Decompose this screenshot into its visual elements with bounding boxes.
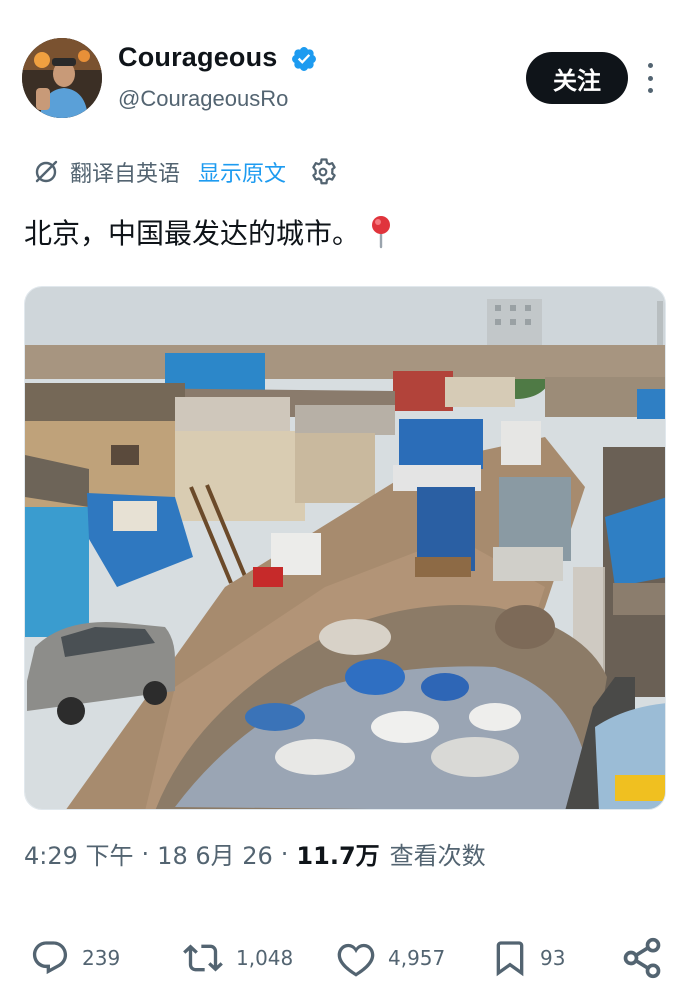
reply-button[interactable]: 239 [28,930,120,986]
like-count: 4,957 [388,946,446,970]
verified-badge-icon [292,47,316,71]
avatar-image [22,38,102,118]
share-icon [623,937,661,979]
translation-row: 翻译自英语 显示原文 [32,154,338,190]
tweet-meta: 4:29 下午 · 18 6月 26 · 11.7万 查看次数 [24,836,486,871]
views-count: 11.7万 [296,842,380,870]
gear-icon[interactable] [308,157,338,187]
round-pushpin-icon [372,216,391,249]
reply-count: 239 [82,946,121,970]
tweet-header: Courageous @CourageousRo 关注 [0,0,690,140]
follow-button[interactable]: 关注 [526,52,628,104]
more-vertical-icon[interactable] [640,63,660,93]
street-photo [25,287,665,809]
meta-separator: · [141,839,150,868]
bookmark-button[interactable]: 93 [490,930,565,986]
tweet-text: 北京，中国最发达的城市。 [24,212,394,252]
bookmark-count: 93 [540,946,566,970]
heart-icon [337,943,375,977]
avatar[interactable] [22,38,102,118]
tweet-body: 北京，中国最发达的城市。 [24,217,361,250]
tweet-actions: 239 1,048 4,957 93 [0,930,690,986]
reply-icon [32,941,68,975]
retweet-count: 1,048 [236,946,294,970]
display-name[interactable]: Courageous [118,42,278,73]
share-button[interactable] [620,930,674,986]
retweet-icon [183,944,223,972]
like-button[interactable]: 4,957 [334,930,445,986]
user-handle[interactable]: @CourageousRo [118,86,288,112]
tweet-date[interactable]: 18 6月 26 [157,836,273,871]
translated-from-label: 翻译自英语 [70,162,181,187]
bookmark-icon [496,941,524,977]
translate-icon [35,160,58,183]
retweet-button[interactable]: 1,048 [180,930,293,986]
show-original-link[interactable]: 显示原文 [198,156,286,188]
views-label: 查看次数 [389,842,486,870]
tweet-time[interactable]: 4:29 下午 [24,836,134,871]
tweet-media-photo[interactable] [24,286,666,810]
meta-separator: · [280,839,289,868]
